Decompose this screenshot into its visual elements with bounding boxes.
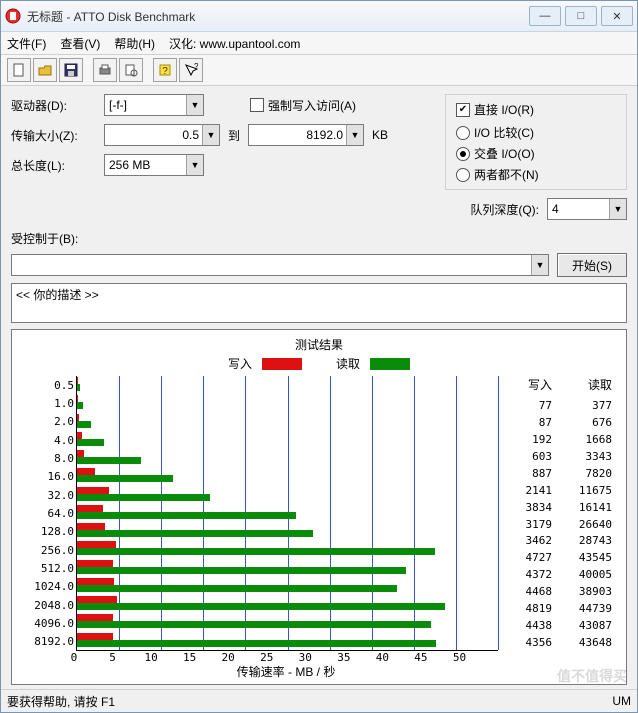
io-compare-radio[interactable]: I/O 比较(C) <box>456 124 616 141</box>
new-icon[interactable] <box>7 58 31 82</box>
maximize-button[interactable]: □ <box>565 6 597 26</box>
legend-read-swatch <box>370 358 410 370</box>
x-axis-label: 传输速率 - MB / 秒 <box>74 663 498 680</box>
transfer-unit: KB <box>372 128 388 142</box>
menu-sinicize[interactable]: 汉化: www.upantool.com <box>169 35 300 52</box>
transfer-to-label: 到 <box>228 127 240 144</box>
toolbar: ? ? <box>1 55 637 86</box>
svg-text:?: ? <box>162 66 168 77</box>
description-input[interactable]: << 你的描述 >> <box>11 283 627 323</box>
help-icon[interactable]: ? <box>153 58 177 82</box>
total-length-label: 总长度(L): <box>11 157 96 174</box>
menu-help[interactable]: 帮助(H) <box>114 35 155 52</box>
print-preview-icon[interactable] <box>119 58 143 82</box>
io-options-group: ✔直接 I/O(R) I/O 比较(C) 交叠 I/O(O) 两者都不(N) <box>445 94 627 190</box>
legend-write-swatch <box>262 358 302 370</box>
save-icon[interactable] <box>59 58 83 82</box>
print-icon[interactable] <box>93 58 117 82</box>
transfer-from-select[interactable]: 0.5▼ <box>104 124 220 146</box>
write-column: 写入77871926038872141383431793462472743724… <box>498 376 558 651</box>
read-column: 读取37767616683343782011675161412664028743… <box>558 376 618 651</box>
open-icon[interactable] <box>33 58 57 82</box>
io-overlap-radio[interactable]: 交叠 I/O(O) <box>456 145 616 162</box>
queue-depth-select[interactable]: 4▼ <box>547 198 627 220</box>
legend-read-label: 读取 <box>336 355 360 372</box>
bar-chart <box>76 376 498 651</box>
value-columns: 写入77871926038872141383431793462472743724… <box>498 376 618 651</box>
x-axis-ticks: 05101520253035404550 <box>74 651 498 664</box>
legend: 写入 读取 <box>20 355 618 372</box>
body: 驱动器(D): [-f-]▼ 强制写入访问(A) 传输大小(Z): 0.5▼ 到… <box>1 86 637 689</box>
app-icon <box>5 8 21 24</box>
chart-area: 0.51.02.04.08.016.032.064.0128.0256.0512… <box>20 376 618 651</box>
window-controls: — □ ✕ <box>529 6 633 26</box>
legend-write-label: 写入 <box>228 355 252 372</box>
close-button[interactable]: ✕ <box>601 6 633 26</box>
io-neither-radio[interactable]: 两者都不(N) <box>456 166 616 183</box>
context-help-icon[interactable]: ? <box>179 58 203 82</box>
statusbar: 要获得帮助, 请按 F1 UM <box>1 689 637 712</box>
menu-view[interactable]: 查看(V) <box>60 35 100 52</box>
transfer-size-label: 传输大小(Z): <box>11 127 96 144</box>
drive-select[interactable]: [-f-]▼ <box>104 94 204 116</box>
force-write-checkbox[interactable]: 强制写入访问(A) <box>250 97 356 114</box>
direct-io-checkbox[interactable]: ✔直接 I/O(R) <box>456 101 616 118</box>
status-right-text: UM <box>612 694 631 708</box>
results-title: 测试结果 <box>20 336 618 353</box>
start-button[interactable]: 开始(S) <box>557 253 627 277</box>
y-axis-labels: 0.51.02.04.08.016.032.064.0128.0256.0512… <box>20 376 76 651</box>
status-help-text: 要获得帮助, 请按 F1 <box>7 693 115 710</box>
results-panel: 测试结果 写入 读取 0.51.02.04.08.016.032.064.012… <box>11 329 627 685</box>
controlled-by-select[interactable]: ▼ <box>11 254 549 276</box>
svg-text:?: ? <box>194 63 198 71</box>
menu-file[interactable]: 文件(F) <box>7 35 46 52</box>
queue-depth-label: 队列深度(Q): <box>470 201 539 218</box>
menubar: 文件(F) 查看(V) 帮助(H) 汉化: www.upantool.com <box>1 32 637 55</box>
drive-label: 驱动器(D): <box>11 97 96 114</box>
minimize-button[interactable]: — <box>529 6 561 26</box>
total-length-select[interactable]: 256 MB▼ <box>104 154 204 176</box>
titlebar: 无标题 - ATTO Disk Benchmark — □ ✕ <box>1 1 637 32</box>
app-window: 无标题 - ATTO Disk Benchmark — □ ✕ 文件(F) 查看… <box>0 0 638 713</box>
transfer-to-select[interactable]: 8192.0▼ <box>248 124 364 146</box>
window-title: 无标题 - ATTO Disk Benchmark <box>27 8 529 25</box>
controlled-by-label: 受控制于(B): <box>11 230 78 247</box>
